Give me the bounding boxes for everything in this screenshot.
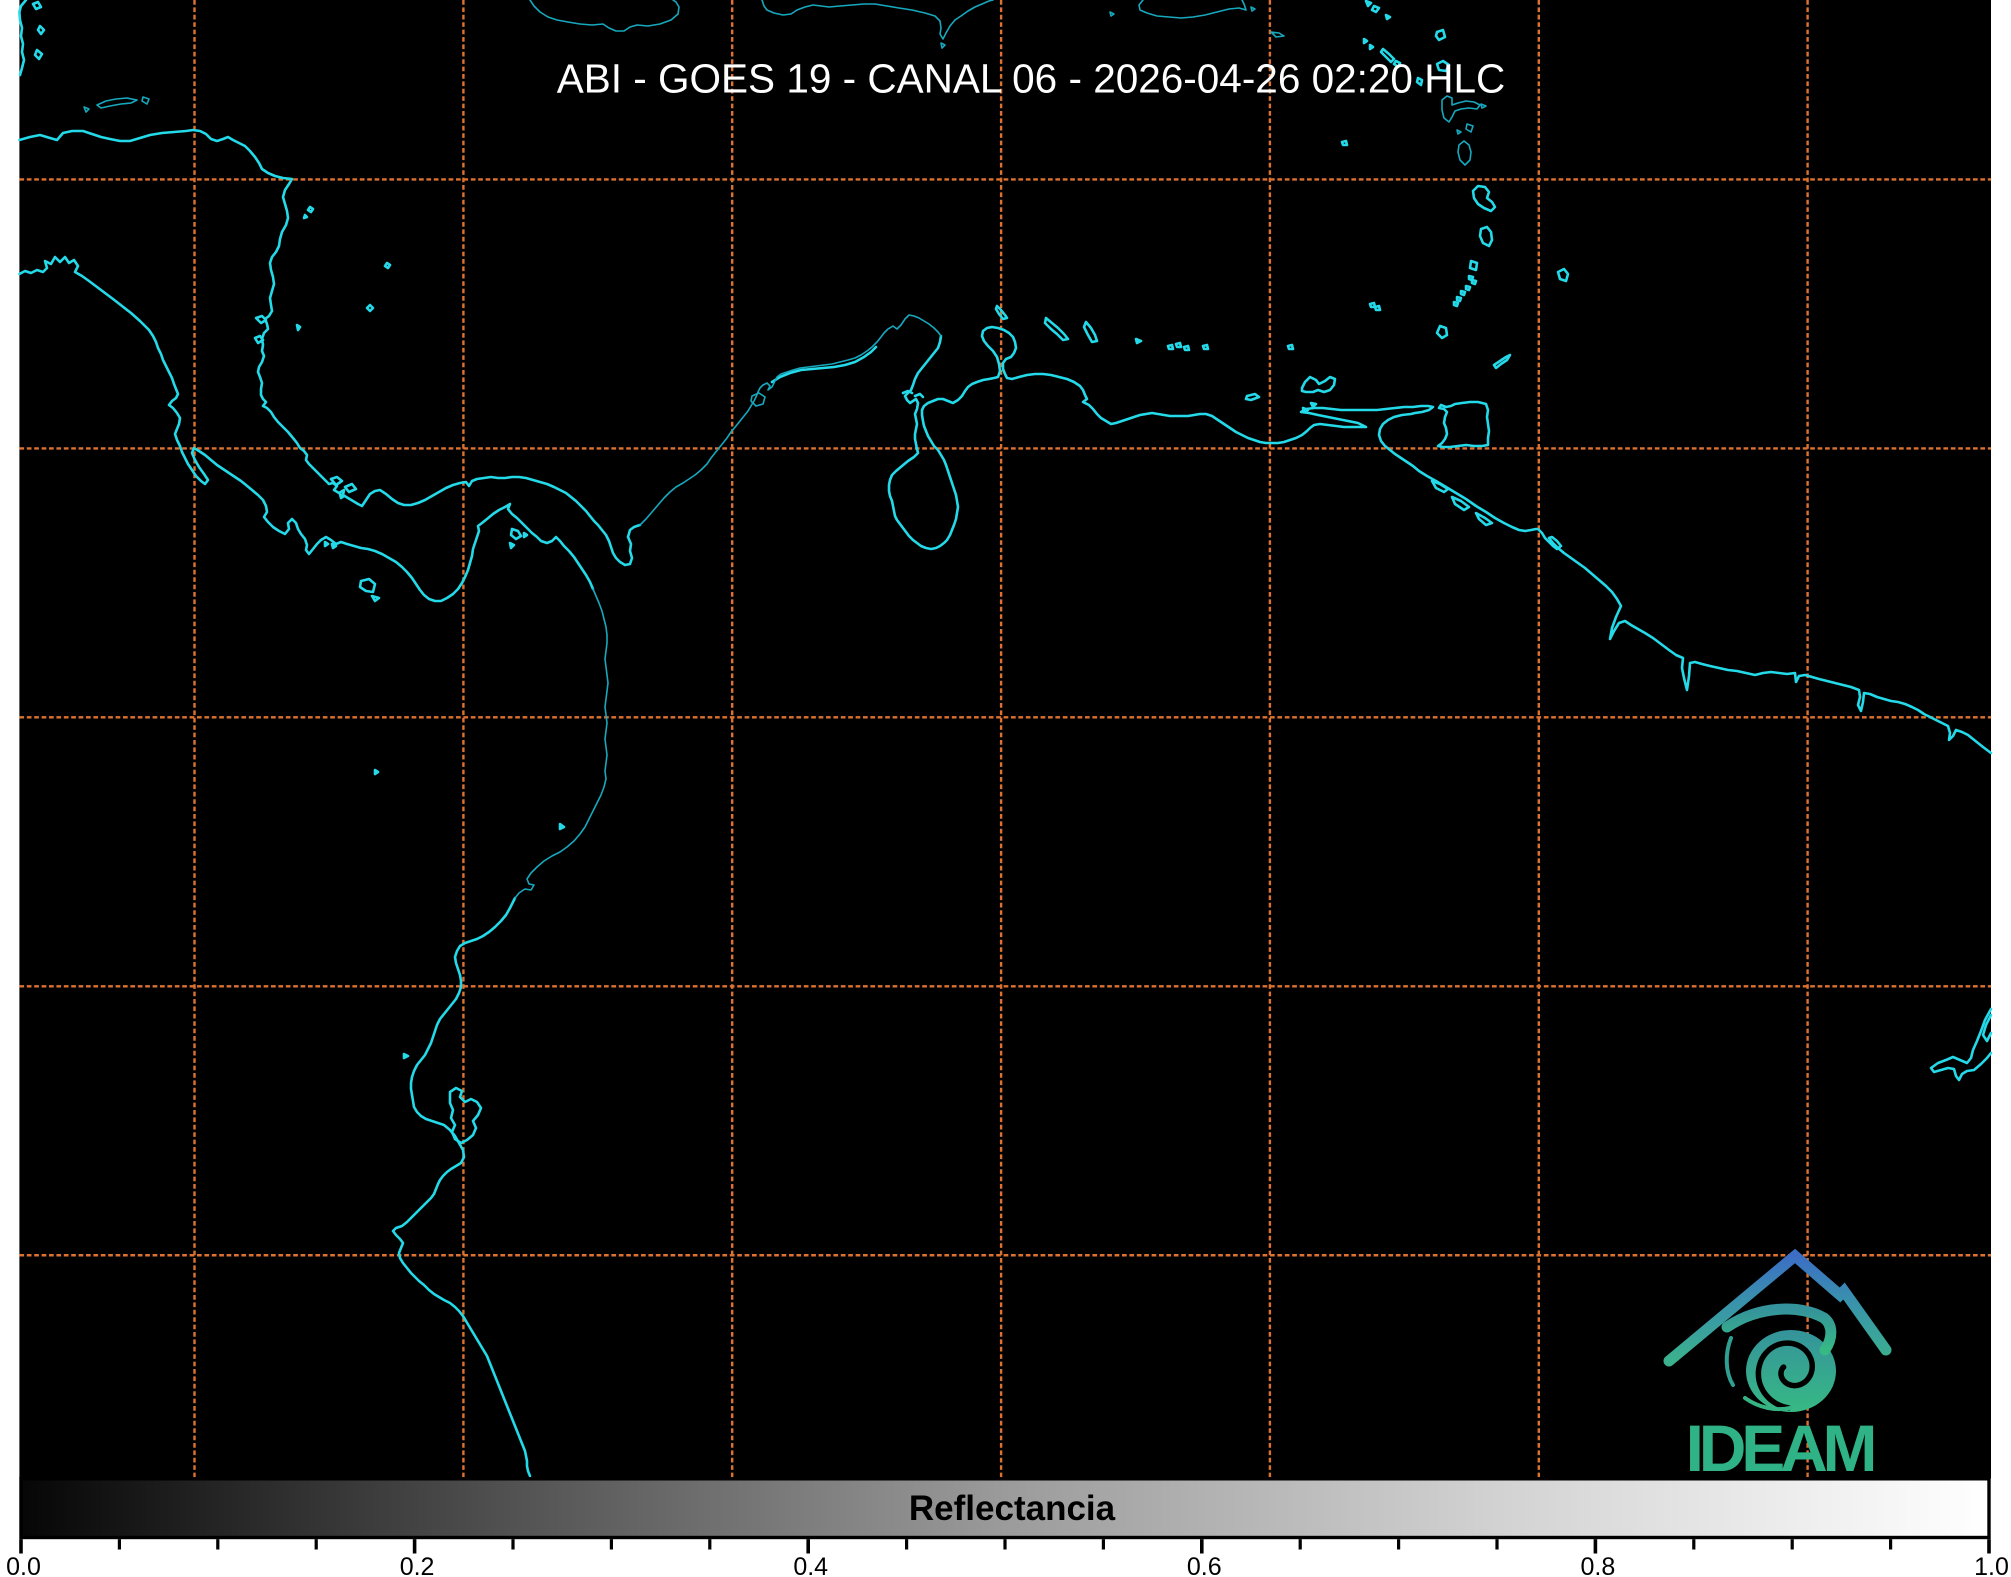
svg-text:1.0: 1.0 bbox=[1974, 1553, 2009, 1577]
svg-text:0.0: 0.0 bbox=[6, 1553, 41, 1577]
svg-text:0.2: 0.2 bbox=[400, 1553, 435, 1577]
svg-text:0.8: 0.8 bbox=[1581, 1553, 1616, 1577]
svg-text:IDEAM: IDEAM bbox=[1686, 1411, 1874, 1485]
svg-text:ABI - GOES 19 - CANAL 06 - 202: ABI - GOES 19 - CANAL 06 - 2026-04-26 02… bbox=[557, 56, 1505, 102]
svg-text:0.6: 0.6 bbox=[1187, 1553, 1222, 1577]
svg-text:Reflectancia: Reflectancia bbox=[909, 1489, 1116, 1528]
svg-text:0.4: 0.4 bbox=[793, 1553, 828, 1577]
